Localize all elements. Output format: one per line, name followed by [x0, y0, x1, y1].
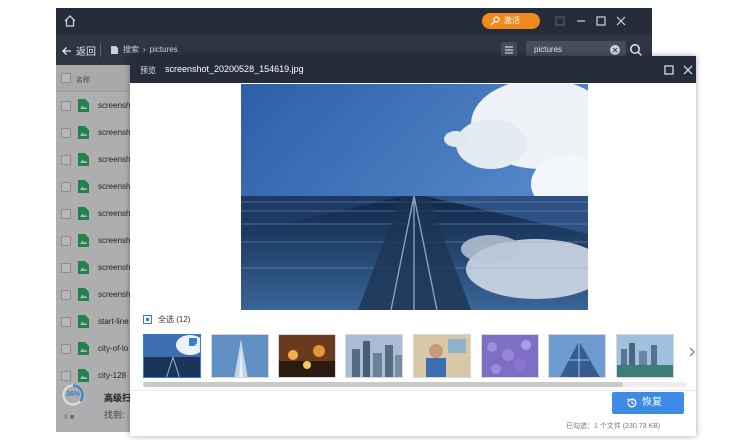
breadcrumb-current[interactable]: pictures	[150, 45, 178, 54]
back-label: 返回	[76, 47, 96, 58]
document-icon	[111, 45, 118, 54]
selection-status: 已勾选：1 个文件 (230.73 KB)	[566, 423, 661, 430]
thumbnail-image	[346, 335, 402, 377]
upgrade-label: 激活	[504, 16, 520, 25]
upgrade-button[interactable]: 激活	[482, 13, 540, 29]
preview-dialog: 预览 screenshot_20200528_154619.jpg 全选 (12…	[130, 56, 696, 436]
scan-progress-text: 36%	[65, 391, 80, 398]
select-all-checkbox[interactable]	[143, 315, 152, 324]
modal-overlay	[56, 65, 136, 432]
thumbnail-city-night[interactable]	[278, 334, 336, 378]
divider	[130, 390, 696, 391]
restore-button[interactable]: 恢复	[612, 392, 684, 414]
thumbnail-image	[414, 335, 470, 377]
thumbnail-image	[482, 335, 538, 377]
close-icon[interactable]	[683, 65, 693, 75]
thumbnail-image	[617, 335, 673, 377]
thumbnail-city-skyline[interactable]	[345, 334, 403, 378]
select-all-label: 全选 (12)	[158, 315, 191, 324]
app-titlebar: 激活	[56, 8, 652, 35]
dialog-filename: screenshot_20200528_154619.jpg	[165, 64, 304, 74]
scan-title: 高级扫	[104, 393, 132, 403]
minimize-icon[interactable]	[575, 15, 587, 27]
thumbnail-lavender[interactable]	[481, 334, 539, 378]
thumbnail-glass-tower[interactable]	[548, 334, 606, 378]
thumbnail-image	[212, 335, 268, 377]
select-all-row[interactable]: 全选 (12)	[143, 314, 190, 325]
home-icon[interactable]	[63, 14, 77, 28]
search-value: pictures	[534, 45, 563, 54]
dialog-label: 预览	[140, 66, 156, 75]
thumbnail-scrollbar[interactable]	[143, 382, 687, 387]
arrow-left-icon	[62, 46, 71, 55]
key-icon	[490, 16, 500, 26]
maximize-icon[interactable]	[595, 15, 607, 27]
scan-found-label: 找到:	[104, 410, 125, 420]
clear-icon[interactable]	[610, 45, 620, 55]
thumbnail-skyscraper[interactable]	[211, 334, 269, 378]
thumbnail-image	[279, 335, 335, 377]
scan-controls[interactable]: II ■	[64, 414, 74, 421]
chevron-right-icon[interactable]	[688, 347, 696, 357]
search-icon[interactable]	[629, 43, 643, 57]
thumbnail-building-sky[interactable]	[143, 334, 201, 378]
scrollbar-thumb[interactable]	[143, 382, 623, 387]
divider	[100, 43, 101, 57]
feedback-icon[interactable]	[554, 15, 566, 27]
restore-label: 恢复	[642, 397, 662, 408]
breadcrumb: 搜索 › pictures	[110, 44, 178, 55]
dialog-titlebar: 预览 screenshot_20200528_154619.jpg	[130, 56, 696, 83]
thumbnail-image	[549, 335, 605, 377]
image-preview	[241, 84, 588, 310]
maximize-icon[interactable]	[664, 65, 674, 75]
thumbnail-waterfront-city[interactable]	[616, 334, 674, 378]
checkbox-checked-icon[interactable]	[188, 337, 198, 349]
breadcrumb-separator: ›	[143, 45, 146, 54]
thumbnail-person-office[interactable]	[413, 334, 471, 378]
back-button[interactable]: 返回	[62, 43, 96, 58]
breadcrumb-root[interactable]: 搜索	[123, 44, 139, 55]
close-icon[interactable]	[615, 15, 627, 27]
restore-icon	[627, 398, 637, 408]
